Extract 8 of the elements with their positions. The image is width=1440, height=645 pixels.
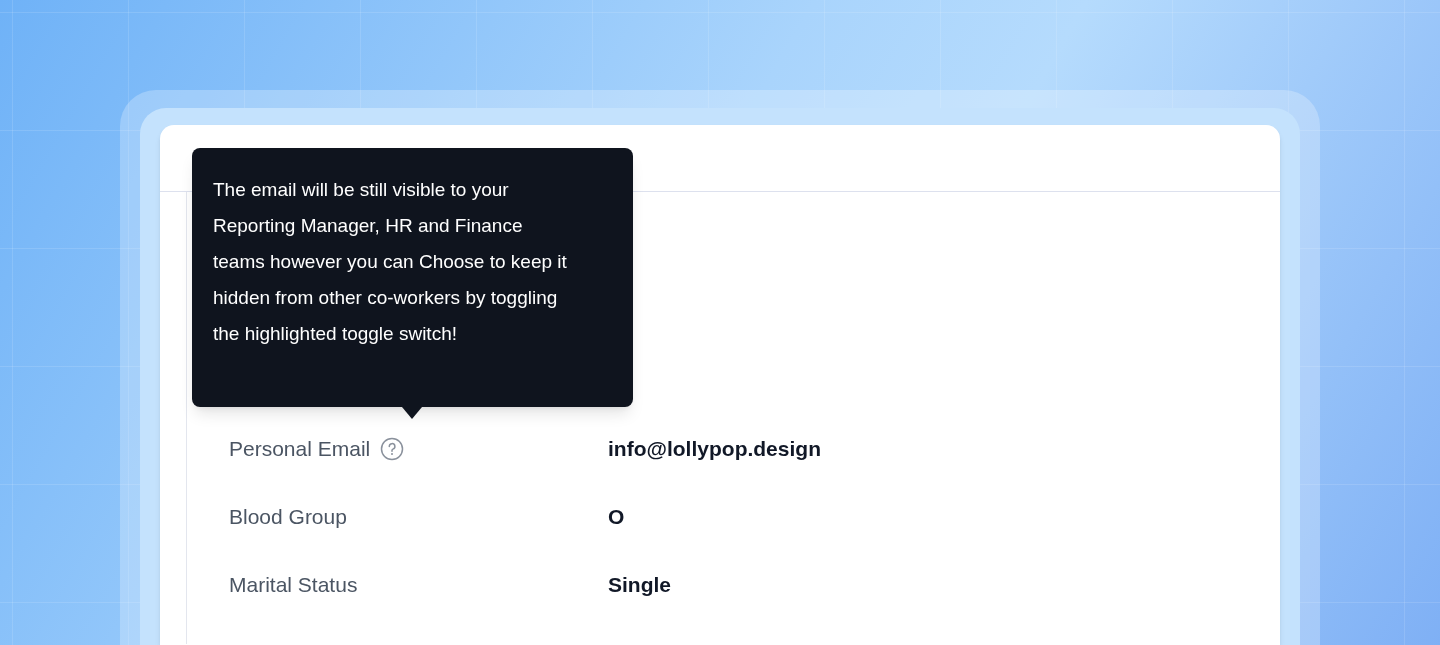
field-label: Marital Status — [229, 572, 358, 599]
help-icon[interactable] — [380, 437, 405, 461]
field-value: Single — [608, 572, 671, 599]
tooltip-text: The email will be still visible to your Reporting Manager, HR and Finance teams however you can Choose to keep it hidden from other co-workers by toggling the highlighted toggle switch! — [213, 178, 568, 346]
field-label: Personal Email — [229, 436, 371, 463]
field-value: info@lollypop.design — [608, 436, 821, 463]
field-label: Blood Group — [229, 504, 347, 531]
field-value: O — [608, 504, 625, 531]
